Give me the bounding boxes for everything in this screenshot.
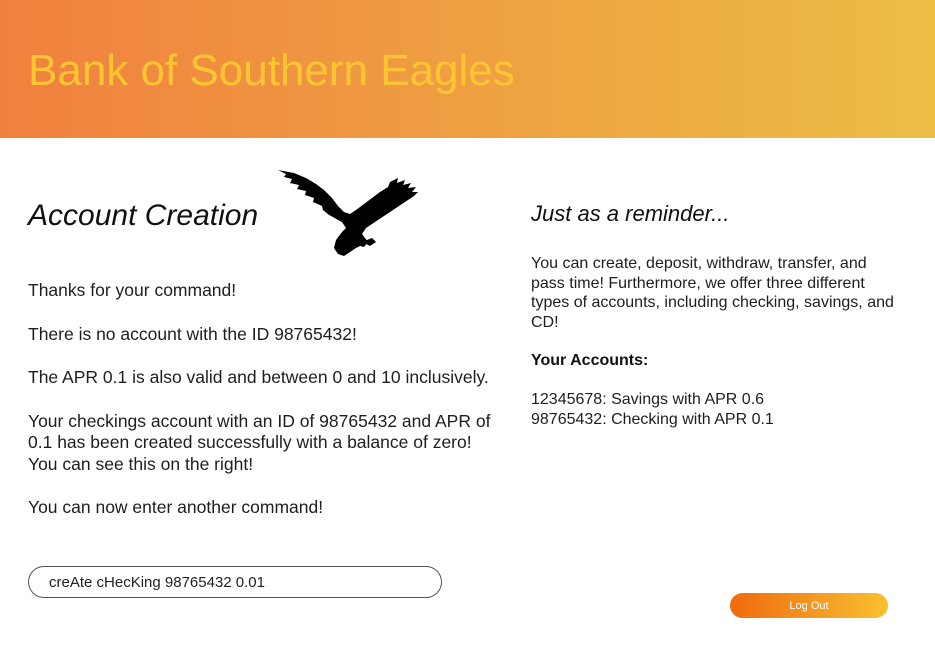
reminder-text: You can create, deposit, withdraw, trans… [531,255,894,331]
accounts-list: 12345678: Savings with APR 0.6 98765432:… [531,390,774,430]
response-messages: Thanks for your command! There is no acc… [28,280,498,541]
header-banner: Bank of Southern Eagles [0,0,935,138]
message-line: The APR 0.1 is also valid and between 0 … [28,367,489,387]
account-item: 98765432: Checking with APR 0.1 [531,411,774,428]
message-line: You can now enter another command! [28,497,324,517]
accounts-heading: Your Accounts: [531,352,649,369]
bank-name: Bank of Southern Eagles [28,46,515,95]
logout-button[interactable]: Log Out [730,593,888,618]
message-line: Your checkings account with an ID of 987… [28,410,491,474]
eagle-icon [278,170,418,256]
page-title: Account Creation [28,199,259,232]
message-line: There is no account with the ID 98765432… [28,323,357,344]
account-item: 12345678: Savings with APR 0.6 [531,391,765,408]
reminder-title: Just as a reminder... [531,201,730,226]
message-line: Thanks for your command! [28,280,237,300]
command-input[interactable] [28,566,442,598]
